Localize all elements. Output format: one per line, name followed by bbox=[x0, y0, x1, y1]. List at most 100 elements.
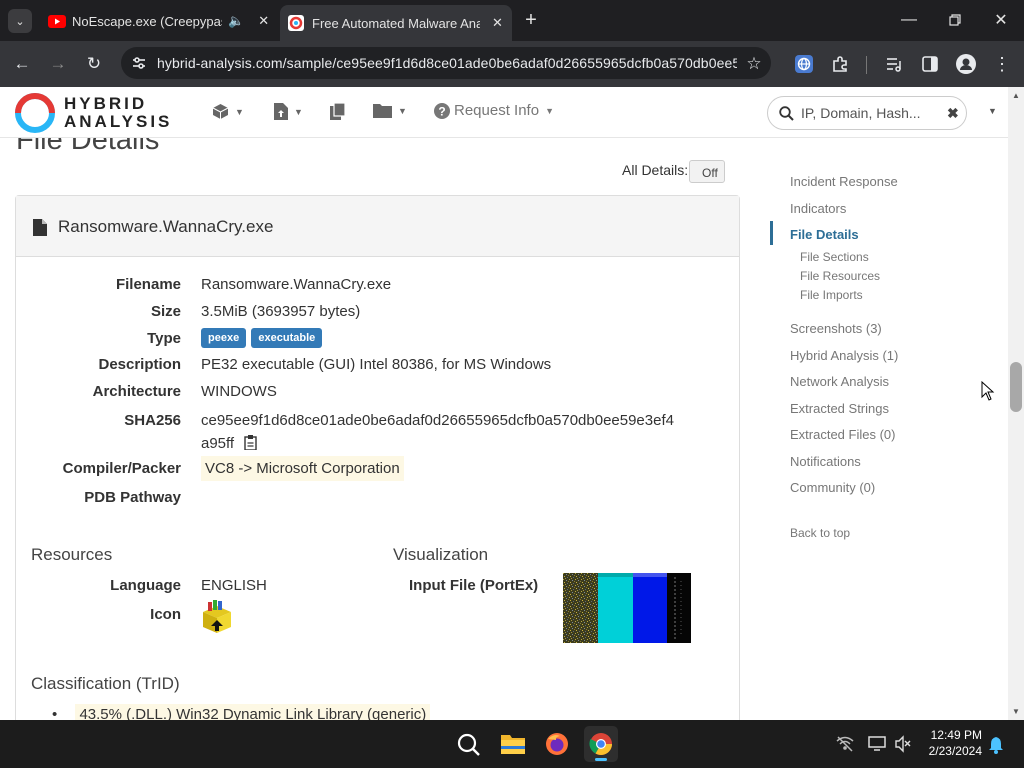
restore-icon[interactable] bbox=[942, 8, 968, 32]
request-info-menu[interactable]: ? Request Info ▼ bbox=[434, 102, 554, 119]
extensions-puzzle-icon[interactable] bbox=[828, 52, 852, 76]
sidenav-community[interactable]: Community (0) bbox=[790, 480, 875, 495]
type-badge-executable[interactable]: executable bbox=[251, 328, 323, 348]
search-dropdown-caret-icon[interactable]: ▼ bbox=[988, 106, 997, 116]
visualization-heading: Visualization bbox=[393, 545, 489, 564]
copy-menu-button[interactable] bbox=[330, 103, 346, 120]
sidenav-active-bar bbox=[770, 221, 773, 245]
forward-arrow-icon[interactable]: → bbox=[46, 52, 70, 76]
url-text: hybrid-analysis.com/sample/ce95ee9f1d6d8… bbox=[157, 55, 737, 71]
notification-bell-icon[interactable] bbox=[988, 736, 1004, 754]
back-to-top-link[interactable]: Back to top bbox=[790, 526, 850, 540]
scroll-up-arrow-icon[interactable]: ▲ bbox=[1012, 91, 1020, 100]
taskbar-search-icon[interactable] bbox=[456, 732, 482, 758]
browser-toolbar: ← → ↻ hybrid-analysis.com/sample/ce95ee9… bbox=[0, 41, 1024, 87]
network-icon[interactable] bbox=[836, 736, 854, 752]
toggle-off-label: Off bbox=[702, 166, 718, 180]
architecture-label: Architecture bbox=[92, 383, 181, 400]
sidenav-file-resources[interactable]: File Resources bbox=[800, 269, 880, 283]
sha256-tail: a95ff bbox=[201, 435, 235, 452]
clear-search-icon[interactable]: ✖ bbox=[947, 105, 959, 122]
tab-title: NoEscape.exe (Creepypasta bbox=[72, 13, 222, 29]
clipboard-copy-icon[interactable] bbox=[244, 435, 257, 451]
sidenav-file-details[interactable]: File Details bbox=[790, 227, 859, 242]
copy-icon bbox=[330, 103, 346, 120]
sidenav-network-analysis[interactable]: Network Analysis bbox=[790, 374, 889, 389]
clock[interactable]: 12:49 PM 2/23/2024 bbox=[918, 727, 982, 759]
new-tab-icon[interactable]: + bbox=[520, 9, 542, 31]
sha256-value-line1: ce95ee9f1d6d8ce01ade0be6adaf0d26655965dc… bbox=[201, 412, 674, 429]
extension-globe-icon[interactable] bbox=[792, 52, 816, 76]
type-badges: peexe executable bbox=[201, 328, 323, 348]
firefox-icon[interactable] bbox=[544, 731, 570, 757]
bullet: • bbox=[52, 706, 58, 720]
youtube-icon bbox=[48, 14, 66, 28]
bookmark-star-icon[interactable]: ☆ bbox=[742, 52, 766, 76]
type-label: Type bbox=[147, 330, 181, 347]
tab-search-button[interactable]: ⌄ bbox=[8, 9, 32, 33]
folder-menu-button[interactable]: ▼ bbox=[373, 103, 407, 118]
hybrid-analysis-logo[interactable]: HYBRID ANALYSIS bbox=[14, 91, 184, 135]
filename-value: Ransomware.WannaCry.exe bbox=[201, 276, 392, 293]
media-controls-icon[interactable] bbox=[882, 52, 906, 76]
tab-noescape[interactable]: NoEscape.exe (Creepypasta 🔈 ✕ bbox=[40, 6, 276, 36]
scroll-thumb[interactable] bbox=[1010, 362, 1022, 412]
cube-menu-button[interactable]: ▼ bbox=[212, 103, 244, 120]
filename-label: Filename bbox=[115, 276, 181, 293]
caret-down-icon: ▼ bbox=[398, 105, 407, 116]
search-icon bbox=[779, 105, 794, 121]
description-value: PE32 executable (GUI) Intel 80386, for M… bbox=[201, 356, 552, 373]
icon-label: Icon bbox=[150, 606, 181, 623]
size-value: 3.5MiB (3693957 bytes) bbox=[201, 303, 361, 320]
back-arrow-icon[interactable]: ← bbox=[10, 52, 34, 76]
portex-visualization-image[interactable] bbox=[563, 573, 691, 643]
browser-menu-icon[interactable]: ⋮ bbox=[990, 52, 1014, 76]
type-badge-peexe[interactable]: peexe bbox=[201, 328, 247, 348]
pdb-pathway-label: PDB Pathway bbox=[84, 489, 181, 506]
page-scrollbar[interactable]: ▲ ▼ bbox=[1008, 87, 1024, 720]
tab-close-icon[interactable]: ✕ bbox=[492, 15, 503, 31]
description-label: Description bbox=[98, 356, 181, 373]
logo-text-analysis: ANALYSIS bbox=[64, 112, 173, 131]
main-content: File Details All Details: Off Ransomware… bbox=[0, 138, 1008, 720]
search-box: IP, Domain, Hash... ✖ bbox=[767, 96, 967, 130]
sidenav-indicators[interactable]: Indicators bbox=[790, 201, 846, 216]
file-icon bbox=[33, 219, 47, 236]
chrome-taskbar-icon[interactable] bbox=[584, 726, 618, 762]
caret-down-icon: ▼ bbox=[545, 105, 554, 116]
compiler-value: VC8 -> Microsoft Corporation bbox=[201, 456, 404, 481]
file-menu-button[interactable]: ▼ bbox=[274, 103, 303, 120]
scroll-down-arrow-icon[interactable]: ▼ bbox=[1012, 707, 1020, 716]
svg-text:?: ? bbox=[438, 104, 445, 118]
tab-close-icon[interactable]: ✕ bbox=[258, 13, 269, 29]
input-file-portex-label: Input File (PortEx) bbox=[409, 577, 539, 594]
logo-ring-icon bbox=[15, 93, 55, 133]
profile-avatar-icon[interactable] bbox=[954, 52, 978, 76]
reload-icon[interactable]: ↻ bbox=[82, 52, 106, 76]
sidenav-hybrid-analysis[interactable]: Hybrid Analysis (1) bbox=[790, 348, 898, 363]
address-bar[interactable]: hybrid-analysis.com/sample/ce95ee9f1d6d8… bbox=[121, 47, 771, 79]
windows-taskbar: 12:49 PM 2/23/2024 bbox=[0, 720, 1024, 768]
sidenav-notifications[interactable]: Notifications bbox=[790, 454, 861, 469]
caret-down-icon: ▼ bbox=[235, 106, 244, 117]
side-panel-icon[interactable] bbox=[918, 52, 942, 76]
sidenav-file-imports[interactable]: File Imports bbox=[800, 288, 863, 302]
sidenav-file-sections[interactable]: File Sections bbox=[800, 250, 869, 264]
sidenav-incident-response[interactable]: Incident Response bbox=[790, 174, 898, 189]
tab-hybrid-analysis[interactable]: Free Automated Malware Analy ✕ bbox=[280, 5, 512, 41]
volume-muted-icon[interactable] bbox=[894, 735, 912, 753]
sidenav-screenshots[interactable]: Screenshots (3) bbox=[790, 321, 882, 336]
folder-icon bbox=[373, 104, 392, 118]
sidenav-extracted-strings[interactable]: Extracted Strings bbox=[790, 401, 889, 416]
file-explorer-icon[interactable] bbox=[500, 732, 526, 756]
search-input[interactable]: IP, Domain, Hash... bbox=[801, 105, 941, 121]
tab-title: Free Automated Malware Analy bbox=[312, 15, 480, 31]
site-info-icon[interactable] bbox=[131, 55, 147, 71]
close-window-icon[interactable]: ✕ bbox=[988, 8, 1014, 32]
all-details-toggle[interactable]: Off bbox=[689, 160, 725, 183]
question-circle-icon: ? bbox=[434, 102, 450, 119]
display-icon[interactable] bbox=[868, 736, 886, 752]
speaker-icon[interactable]: 🔈 bbox=[228, 13, 244, 29]
minimize-icon[interactable]: — bbox=[896, 8, 922, 32]
sidenav-extracted-files[interactable]: Extracted Files (0) bbox=[790, 427, 895, 442]
